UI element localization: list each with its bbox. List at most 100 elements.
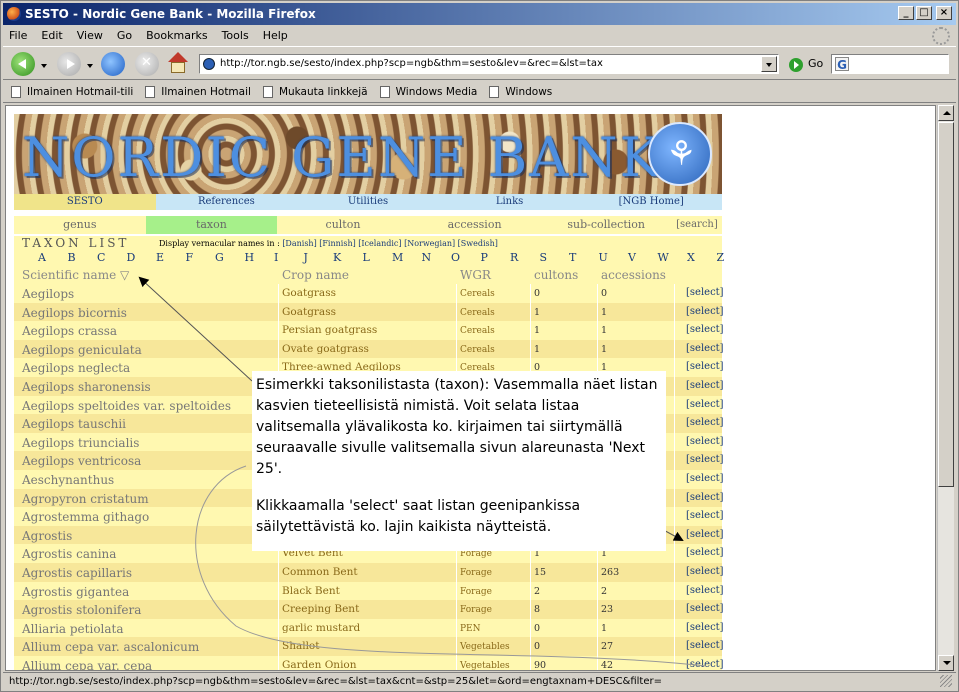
scroll-down-icon[interactable] [938, 655, 954, 671]
back-dropdown-icon[interactable] [41, 64, 47, 71]
scientific-name-link[interactable]: Aegilops sharonensis [22, 380, 151, 394]
letter-filter-w[interactable]: W [658, 251, 669, 264]
tab-genus[interactable]: genus [14, 216, 146, 234]
scientific-name-link[interactable]: Agropyron cristatum [22, 492, 149, 506]
select-link[interactable]: [select] [686, 603, 724, 614]
nav-sesto[interactable]: SESTO [14, 194, 156, 210]
forward-dropdown-icon[interactable] [87, 64, 93, 71]
letter-filter-r[interactable]: R [510, 251, 518, 264]
nav-links[interactable]: Links [439, 194, 581, 210]
close-button[interactable]: × [936, 6, 952, 20]
scientific-name-link[interactable]: Aegilops crassa [22, 324, 117, 338]
home-icon[interactable] [167, 52, 189, 74]
letter-filter-i[interactable]: I [274, 251, 278, 264]
nav-utilities[interactable]: Utilities [297, 194, 439, 210]
letter-filter-b[interactable]: B [68, 251, 76, 264]
scientific-name-link[interactable]: Agrostis gigantea [22, 585, 129, 599]
scientific-name-link[interactable]: Allium cepa var. cepa [22, 659, 152, 670]
select-link[interactable]: [select] [686, 622, 724, 633]
letter-filter-l[interactable]: L [363, 251, 370, 264]
letter-filter-h[interactable]: H [245, 251, 255, 264]
column-cultons[interactable]: cultons [534, 268, 578, 282]
column-accessions[interactable]: accessions [601, 268, 666, 282]
scientific-name-link[interactable]: Aegilops [22, 287, 74, 301]
tab-culton[interactable]: culton [277, 216, 409, 234]
menu-view[interactable]: View [77, 29, 103, 42]
menu-file[interactable]: File [9, 29, 27, 42]
menu-bookmarks[interactable]: Bookmarks [146, 29, 207, 42]
select-link[interactable]: [select] [686, 510, 724, 521]
bookmark-item[interactable]: Mukauta linkkejä [262, 85, 368, 98]
select-link[interactable]: [select] [686, 417, 724, 428]
letter-filter-m[interactable]: M [392, 251, 403, 264]
select-link[interactable]: [select] [686, 380, 724, 391]
scientific-name-link[interactable]: Agrostemma githago [22, 510, 149, 524]
go-icon[interactable] [789, 58, 803, 72]
letter-filter-o[interactable]: O [451, 251, 460, 264]
scientific-name-link[interactable]: Aegilops speltoides var. speltoides [22, 399, 231, 413]
scientific-name-link[interactable]: Aegilops tauschii [22, 417, 126, 431]
select-link[interactable]: [select] [686, 324, 724, 335]
letter-filter-e[interactable]: E [156, 251, 164, 264]
select-link[interactable]: [select] [686, 399, 724, 410]
nav-references[interactable]: References [156, 194, 298, 210]
letter-filter-d[interactable]: D [127, 251, 136, 264]
letter-filter-p[interactable]: P [481, 251, 488, 264]
stop-icon[interactable] [135, 52, 159, 76]
google-search-icon[interactable]: G [835, 57, 849, 72]
letter-filter-u[interactable]: U [599, 251, 608, 264]
select-link[interactable]: [select] [686, 566, 724, 577]
select-link[interactable]: [select] [686, 640, 724, 651]
scientific-name-link[interactable]: Aegilops geniculata [22, 343, 142, 357]
select-link[interactable]: [select] [686, 585, 724, 596]
letter-filter-z[interactable]: Z [717, 251, 725, 264]
scroll-up-icon[interactable] [938, 105, 954, 121]
letter-filter-k[interactable]: K [333, 251, 341, 264]
scientific-name-link[interactable]: Allium cepa var. ascalonicum [22, 640, 199, 654]
letter-filter-x[interactable]: X [687, 251, 695, 264]
maximize-button[interactable]: □ [916, 6, 932, 20]
scientific-name-link[interactable]: Aegilops neglecta [22, 361, 130, 375]
scientific-name-link[interactable]: Aeschynanthus [22, 473, 114, 487]
letter-filter-t[interactable]: T [569, 251, 576, 264]
scientific-name-link[interactable]: Agrostis canina [22, 547, 116, 561]
menu-help[interactable]: Help [263, 29, 288, 42]
tab-search[interactable]: [search] [672, 216, 722, 234]
back-arrow-icon[interactable] [11, 52, 35, 76]
letter-filter-c[interactable]: C [97, 251, 105, 264]
scientific-name-link[interactable]: Aegilops triuncialis [22, 436, 139, 450]
select-link[interactable]: [select] [686, 287, 724, 298]
column-crop-name[interactable]: Crop name [282, 268, 349, 282]
scientific-name-link[interactable]: Agrostis capillaris [22, 566, 132, 580]
bookmark-item[interactable]: Windows Media [379, 85, 477, 98]
url-input[interactable]: http://tor.ngb.se/sesto/index.php?scp=ng… [199, 54, 779, 74]
menu-go[interactable]: Go [117, 29, 132, 42]
minimize-button[interactable]: _ [898, 6, 914, 20]
select-link[interactable]: [select] [686, 343, 724, 354]
bookmark-item[interactable]: Ilmainen Hotmail-tili [11, 85, 133, 98]
nav-ngb-home[interactable]: [NGB Home] [580, 194, 722, 210]
reload-icon[interactable] [101, 52, 125, 76]
search-input[interactable]: G [831, 54, 949, 74]
bookmark-item[interactable]: Ilmainen Hotmail [145, 85, 251, 98]
select-link[interactable]: [select] [686, 547, 724, 558]
select-link[interactable]: [select] [686, 454, 724, 465]
letter-filter-s[interactable]: S [540, 251, 548, 264]
select-link[interactable]: [select] [686, 492, 724, 503]
letter-filter-j[interactable]: J [304, 251, 308, 264]
vertical-scrollbar[interactable] [937, 105, 954, 671]
scientific-name-link[interactable]: Agrostis [22, 529, 72, 543]
bookmark-item[interactable]: Windows [489, 85, 552, 98]
scientific-name-link[interactable]: Aegilops ventricosa [22, 454, 141, 468]
column-scientific-name[interactable]: Scientific name ▽ [22, 268, 129, 282]
letter-filter-g[interactable]: G [215, 251, 224, 264]
tab-sub-collection[interactable]: sub-collection [540, 216, 672, 234]
tab-taxon[interactable]: taxon [145, 216, 278, 234]
letter-filter-a[interactable]: A [38, 251, 46, 264]
select-link[interactable]: [select] [686, 436, 724, 447]
tab-accession[interactable]: accession [409, 216, 541, 234]
vernacular-language-links[interactable]: [Danish] [Finnish] [Icelandic] [Norwegia… [282, 239, 498, 248]
url-dropdown-icon[interactable] [761, 56, 777, 72]
go-button[interactable]: Go [808, 57, 823, 70]
column-wgr[interactable]: WGR [460, 268, 491, 282]
